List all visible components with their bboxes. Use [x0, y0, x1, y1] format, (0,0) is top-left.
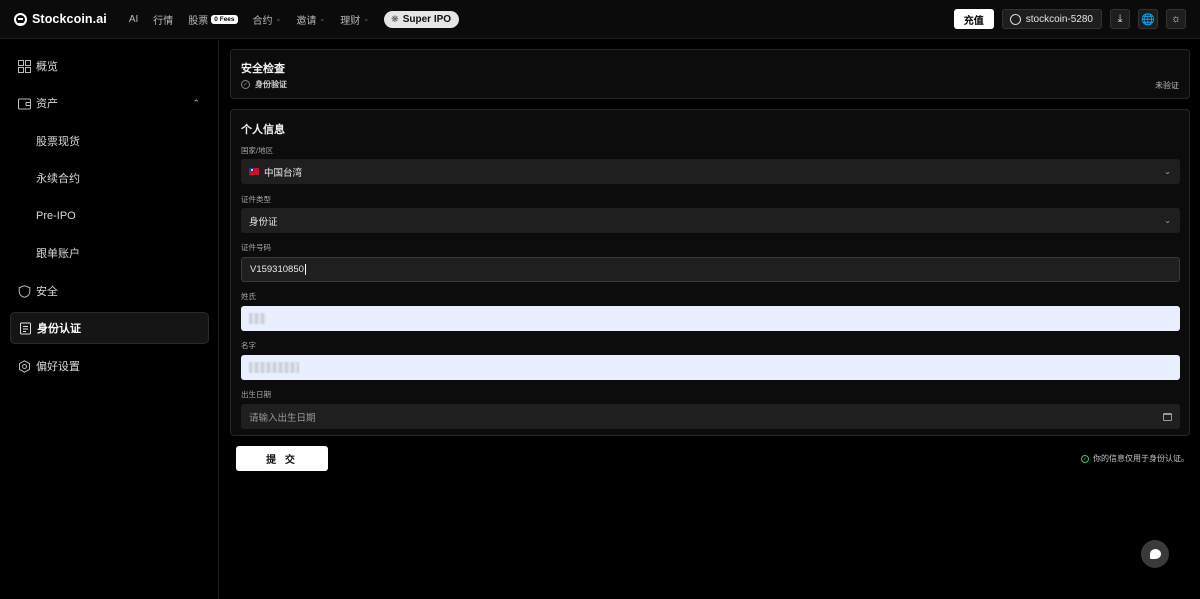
sparkle-icon: ❋: [391, 13, 399, 24]
sidebar-item-label: 概览: [36, 61, 58, 73]
sidebar-item-label: 身份认证: [37, 323, 81, 335]
id-type-value: 身份证: [249, 216, 278, 228]
globe-icon: 🌐: [1141, 13, 1155, 26]
nav-item-markets[interactable]: 行情: [153, 0, 173, 39]
id-type-select[interactable]: 身份证 ⌄: [241, 208, 1180, 233]
birthdate-input[interactable]: 请输入出生日期: [241, 404, 1180, 429]
birthdate-placeholder: 请输入出生日期: [249, 412, 316, 424]
dashboard-icon: [18, 59, 31, 73]
identity-verification-item: ✓ 身份验证: [241, 79, 287, 90]
nav-label: 合约: [252, 15, 273, 27]
chevron-down-icon: ⌄: [363, 16, 370, 23]
sidebar-item-label: 跟单账户: [36, 248, 80, 260]
sidebar-item-label: 偏好设置: [36, 361, 80, 373]
sidebar-item-label: 安全: [36, 286, 58, 298]
privacy-note-text: 你的信息仅用于身份认证。: [1093, 454, 1189, 463]
theme-toggle-button[interactable]: ☼: [1166, 9, 1186, 29]
sidebar-item-stock-spot[interactable]: 股票现货: [10, 125, 209, 157]
super-ipo-label: Super IPO: [402, 13, 452, 25]
nav-label: 理财: [340, 15, 361, 27]
nav-label: AI: [128, 13, 139, 25]
download-icon: ⤓: [1117, 12, 1123, 25]
language-button[interactable]: 🌐: [1138, 9, 1158, 29]
nav-label: 行情: [153, 15, 174, 27]
sidebar-item-label: 永续合约: [36, 173, 80, 185]
coin-icon: [1009, 13, 1021, 25]
nav-item-invite[interactable]: 邀请 ⌄: [296, 0, 325, 39]
redacted-given-name: [249, 362, 299, 373]
surname-label: 姓氏: [241, 292, 256, 301]
nav-label: 股票: [188, 15, 209, 27]
id-number-input[interactable]: V159310850: [241, 257, 1180, 282]
nav-item-contracts[interactable]: 合约 ⌄: [253, 0, 282, 39]
birthdate-label: 出生日期: [241, 390, 271, 399]
surname-input[interactable]: [241, 306, 1180, 331]
account-button[interactable]: stockcoin-5280: [1001, 9, 1102, 29]
super-ipo-button[interactable]: ❋ Super IPO: [384, 10, 460, 28]
security-check-title: 安全检查: [241, 63, 285, 75]
verification-status: 未验证: [1155, 81, 1179, 90]
stockcoin-logo-icon: [14, 12, 27, 26]
personal-info-title: 个人信息: [241, 124, 285, 136]
given-name-input[interactable]: [241, 355, 1180, 380]
account-name: stockcoin-5280: [1025, 13, 1093, 25]
chevron-down-icon: ⌄: [275, 16, 282, 23]
country-select[interactable]: 中国台湾 ⌄: [241, 159, 1180, 184]
sidebar-item-label: Pre-IPO: [36, 210, 76, 222]
check-circle-icon: ✓: [1081, 454, 1089, 463]
submit-button[interactable]: 提 交: [236, 446, 328, 471]
settings-icon: [18, 359, 31, 373]
redacted-surname: [249, 313, 266, 324]
security-check-card: 安全检查 ✓ 身份验证 未验证: [230, 49, 1190, 99]
wallet-icon: [18, 97, 31, 110]
personal-info-card: 个人信息 国家/地区 中国台湾 ⌄ 证件类型 身份证 ⌄ 证件号码 V15931…: [230, 109, 1190, 436]
sidebar-item-label: 股票现货: [36, 136, 80, 148]
id-number-label: 证件号码: [241, 243, 271, 252]
given-name-label: 名字: [241, 341, 256, 350]
sidebar-item-copy-account[interactable]: 跟单账户: [10, 237, 209, 269]
nav-item-ai[interactable]: AI: [129, 0, 138, 39]
chat-bubble-icon: [1149, 549, 1161, 559]
sidebar-item-preferences[interactable]: 偏好设置: [10, 350, 209, 382]
sidebar-item-overview[interactable]: 概览: [10, 50, 209, 82]
nav-label: 邀请: [296, 15, 317, 27]
sidebar-item-assets[interactable]: 资产 ⌃: [10, 87, 209, 119]
id-type-label: 证件类型: [241, 195, 271, 204]
privacy-note: ✓ 你的信息仅用于身份认证。: [1081, 453, 1189, 464]
chevron-down-icon: ⌄: [1164, 216, 1171, 225]
pending-circle-icon: ✓: [241, 80, 250, 89]
chat-support-button[interactable]: [1141, 540, 1169, 568]
id-card-icon: [19, 322, 32, 335]
id-number-value: V159310850: [250, 264, 304, 275]
brand-logo[interactable]: Stockcoin.ai: [14, 12, 107, 26]
chevron-down-icon: ⌄: [1164, 167, 1171, 176]
sidebar-item-pre-ipo[interactable]: Pre-IPO: [10, 200, 209, 232]
download-button[interactable]: ⤓: [1110, 9, 1130, 29]
text-cursor: [304, 264, 306, 275]
sidebar-item-perpetual[interactable]: 永续合约: [10, 162, 209, 194]
sidebar-item-security[interactable]: 安全: [10, 275, 209, 307]
chevron-up-icon: ⌃: [192, 97, 200, 108]
sidebar-item-label: 资产: [36, 98, 58, 110]
sun-icon: ☼: [1170, 13, 1182, 25]
country-label: 国家/地区: [241, 146, 274, 155]
shield-icon: [18, 284, 31, 298]
sidebar: 概览 资产 ⌃ 股票现货 永续合约 Pre-IPO 跟单账户 安全 身份认证 偏…: [0, 40, 219, 599]
header-actions: 充值 stockcoin-5280 ⤓ 🌐 ☼: [953, 9, 1186, 29]
taiwan-flag-icon: [249, 168, 259, 175]
chevron-down-icon: ⌄: [319, 16, 326, 23]
calendar-icon: [1163, 412, 1172, 421]
nav-item-finance[interactable]: 理财 ⌄: [340, 0, 369, 39]
zero-fees-badge: 0 Fees: [211, 14, 238, 24]
verification-label: 身份验证: [255, 80, 287, 89]
main-nav: AI 行情 股票 0 Fees 合约 ⌄ 邀请 ⌄ 理财 ⌄ ❋ Super I…: [129, 0, 460, 39]
nav-item-stocks[interactable]: 股票 0 Fees: [188, 0, 238, 39]
sidebar-item-identity[interactable]: 身份认证: [10, 312, 209, 344]
brand-name: Stockcoin.ai: [32, 12, 107, 26]
top-navigation-bar: Stockcoin.ai AI 行情 股票 0 Fees 合约 ⌄ 邀请 ⌄ 理…: [0, 0, 1200, 39]
country-value: 中国台湾: [264, 167, 303, 179]
deposit-button[interactable]: 充值: [953, 9, 994, 29]
